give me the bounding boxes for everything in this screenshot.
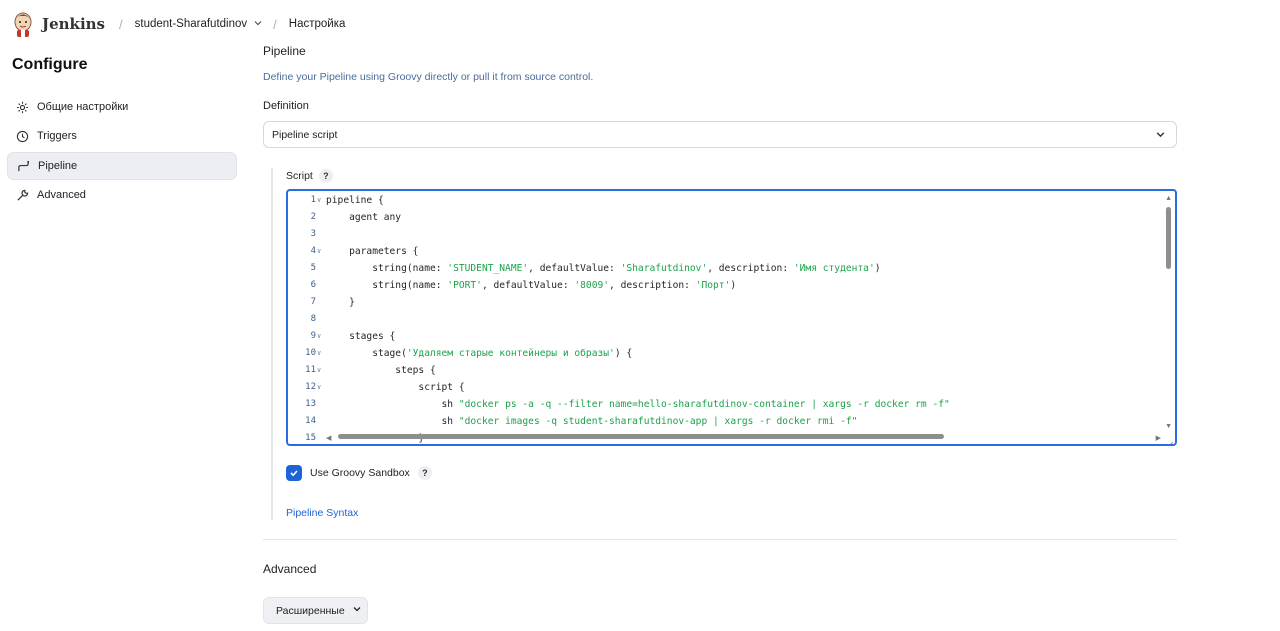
code-line[interactable]: 8 [288,311,1175,328]
gear-icon [15,100,29,114]
line-number: 1 [310,195,316,205]
line-number: 11 [305,365,316,375]
script-label: Script ? [286,169,333,183]
code-line[interactable]: 10 ∨ stage('Удаляем старые контейнеры и о… [288,345,1175,362]
sidebar-title: Configure [12,56,88,73]
advanced-button[interactable]: Расширенные [263,597,368,624]
sandbox-option: Use Groovy Sandbox ? [286,465,432,481]
line-number: 5 [310,263,316,273]
sidebar-item-pipeline[interactable]: Pipeline [7,152,237,180]
clock-icon [15,129,29,143]
line-number: 15 [305,433,316,443]
code-line[interactable]: 14 sh "docker images -q student-sharafut… [288,413,1175,430]
scroll-down-icon[interactable]: ▼ [1165,423,1172,430]
line-number: 14 [305,416,316,426]
sidebar-item-general[interactable]: Общие настройки [7,93,237,121]
line-number: 2 [310,212,316,222]
line-number: 13 [305,399,316,409]
fold-chevron-icon[interactable]: ∨ [317,379,321,396]
sidebar-item-label: Pipeline [38,160,78,172]
code-text: sh "docker images -q student-sharafutdin… [326,416,858,427]
code-line[interactable]: 6 string(name: 'PORT', defaultValue: '80… [288,277,1175,294]
section-title: Pipeline [263,44,306,58]
code-text: string(name: 'STUDENT_NAME', defaultValu… [326,263,881,274]
definition-value: Pipeline script [272,128,338,141]
breadcrumb-separator: / [273,16,277,32]
breadcrumb-settings[interactable]: Настройка [289,18,346,30]
pipeline-icon [16,159,30,173]
code-line[interactable]: 5 string(name: 'STUDENT_NAME', defaultVa… [288,260,1175,277]
sidebar-item-label: Advanced [37,189,86,201]
code-text: agent any [326,212,402,223]
code-text: stages { [326,331,396,342]
code-line[interactable]: 13 sh "docker ps -a -q --filter name=hel… [288,396,1175,413]
jenkins-logo-icon[interactable] [10,9,36,39]
script-editor[interactable]: 1 ∨ pipeline {2 agent any 3 4 ∨ parameters {5… [286,189,1177,446]
sandbox-checkbox[interactable] [286,465,302,481]
code-text: parameters { [326,246,419,257]
nested-section-border [271,168,273,520]
definition-select[interactable]: Pipeline script [263,121,1177,148]
breadcrumb-separator: / [119,16,123,32]
code-line[interactable]: 9 ∨ stages { [288,328,1175,345]
line-number: 8 [310,314,316,324]
line-number: 12 [305,382,316,392]
code-text: script { [326,382,465,393]
definition-label: Definition [263,100,309,112]
brand-name[interactable]: Jenkins [42,15,105,33]
checkmark-icon [290,470,298,477]
chevron-down-icon [352,604,362,617]
code-text: } [326,297,355,308]
code-line[interactable]: 4 ∨ parameters { [288,243,1175,260]
scroll-right-icon[interactable]: ▶ [1156,434,1161,442]
line-number: 10 [305,348,316,358]
fold-chevron-icon[interactable]: ∨ [317,328,321,345]
horizontal-scrollbar[interactable] [338,434,944,439]
advanced-button-label: Расширенные [276,604,345,617]
pipeline-syntax-link[interactable]: Pipeline Syntax [286,507,358,519]
fold-chevron-icon[interactable]: ∨ [317,243,321,260]
line-number: 6 [310,280,316,290]
code-line[interactable]: 3 [288,226,1175,243]
code-text: steps { [326,365,436,376]
help-icon[interactable]: ? [318,169,333,183]
scroll-up-icon[interactable]: ▲ [1165,195,1172,202]
scroll-left-icon[interactable]: ◀ [326,434,331,442]
line-number: 3 [310,229,316,239]
breadcrumb-project[interactable]: student-Sharafutdinov [135,18,248,30]
vertical-scrollbar[interactable] [1166,207,1171,269]
top-header: Jenkins / student-Sharafutdinov / Настро… [0,0,1180,48]
fold-chevron-icon[interactable]: ∨ [317,345,321,362]
code-text: sh "docker ps -a -q --filter name=hello-… [326,399,950,410]
sidebar-item-label: Общие настройки [37,101,129,113]
sandbox-label: Use Groovy Sandbox [310,467,410,479]
fold-chevron-icon[interactable]: ∨ [317,192,321,209]
line-number: 4 [310,246,316,256]
resize-handle-icon[interactable] [1166,435,1174,444]
sidebar-item-advanced[interactable]: Advanced [7,181,237,209]
code-line[interactable]: 11 ∨ steps { [288,362,1175,379]
sidebar-item-triggers[interactable]: Triggers [7,122,237,150]
sidebar-item-label: Triggers [37,130,77,142]
fold-chevron-icon[interactable]: ∨ [317,362,321,379]
line-number: 9 [310,331,316,341]
code-line[interactable]: 1 ∨ pipeline { [288,192,1175,209]
code-text: string(name: 'PORT', defaultValue: '8009… [326,280,737,291]
code-text: stage('Удаляем старые контейнеры и образ… [326,348,633,359]
help-icon[interactable]: ? [417,466,432,480]
chevron-down-icon[interactable] [253,18,263,31]
wrench-icon [15,188,29,202]
chevron-down-icon [1155,129,1166,143]
advanced-section-title: Advanced [263,562,317,576]
code-line[interactable]: 12 ∨ script { [288,379,1175,396]
section-description: Define your Pipeline using Groovy direct… [263,71,594,83]
code-text: pipeline { [326,195,384,206]
line-number: 7 [310,297,316,307]
code-line[interactable]: 2 agent any [288,209,1175,226]
divider [263,539,1177,540]
code-line[interactable]: 7 } [288,294,1175,311]
